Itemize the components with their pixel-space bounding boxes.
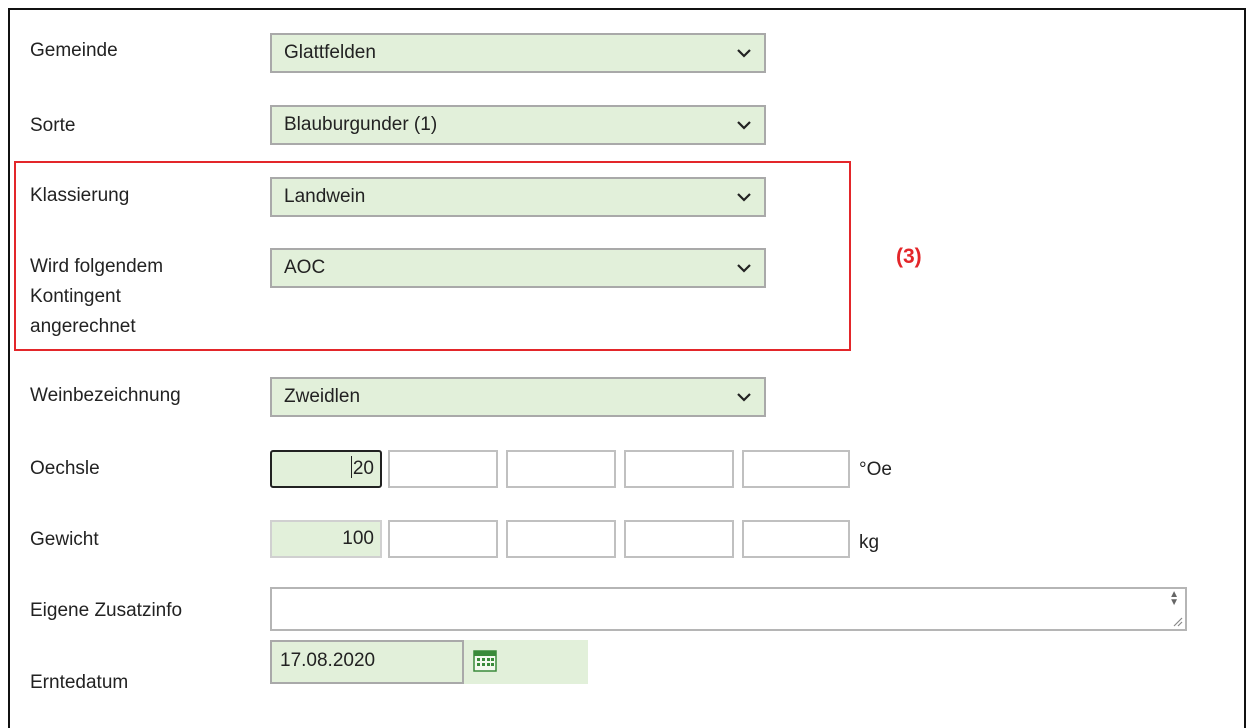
weinbezeichnung-label: Weinbezeichnung [30,385,181,406]
spinner-icon[interactable]: ▲ ▼ [1169,590,1179,608]
chevron-down-icon [737,193,751,202]
gewicht-input-2[interactable] [388,520,498,558]
oechsle-input-2[interactable] [388,450,498,488]
gemeinde-label: Gemeinde [30,40,118,61]
oechsle-input-4[interactable] [624,450,734,488]
klassierung-select[interactable]: Landwein [270,177,766,217]
sorte-label: Sorte [30,115,76,136]
oechsle-label: Oechsle [30,458,100,479]
kontingent-label-line1: Wird folgendem [30,256,164,277]
gewicht-input-3[interactable] [506,520,616,558]
klassierung-value: Landwein [284,186,366,207]
erntedatum-input[interactable]: 17.08.2020 [270,640,464,684]
kontingent-label-line3: angerechnet [30,316,136,337]
chevron-down-icon [737,121,751,130]
sorte-select[interactable]: Blauburgunder (1) [270,105,766,145]
gewicht-input-4[interactable] [624,520,734,558]
annotation-label: (3) [896,245,922,268]
oechsle-input-1[interactable]: 20 [270,450,382,488]
zusatzinfo-textarea[interactable]: ▲ ▼ [270,587,1187,631]
kontingent-select[interactable]: AOC [270,248,766,288]
gewicht-label: Gewicht [30,529,99,550]
klassierung-label: Klassierung [30,185,130,206]
weinbezeichnung-select[interactable]: Zweidlen [270,377,766,417]
gewicht-input-1[interactable]: 100 [270,520,382,558]
resize-grip-icon[interactable] [1171,615,1183,627]
sorte-value: Blauburgunder (1) [284,114,438,135]
chevron-down-icon [737,264,751,273]
gewicht-input-5[interactable] [742,520,850,558]
calendar-icon[interactable] [473,650,497,672]
gemeinde-select[interactable]: Glattfelden [270,33,766,73]
oechsle-input-3[interactable] [506,450,616,488]
chevron-down-icon [737,393,751,402]
kontingent-label: Wird folgendem Kontingent angerechnet [30,254,163,340]
oechsle-unit: °Oe [859,459,892,480]
erntedatum-label: Erntedatum [30,672,129,693]
kontingent-value: AOC [284,257,326,278]
weinbezeichnung-value: Zweidlen [284,386,361,407]
chevron-down-icon [737,49,751,58]
zusatzinfo-label: Eigene Zusatzinfo [30,600,183,621]
oechsle-input-5[interactable] [742,450,850,488]
erntedatum-container: 17.08.2020 [270,640,588,684]
kontingent-label-line2: Kontingent [30,286,121,307]
gemeinde-value: Glattfelden [284,42,376,63]
gewicht-unit: kg [859,532,880,553]
